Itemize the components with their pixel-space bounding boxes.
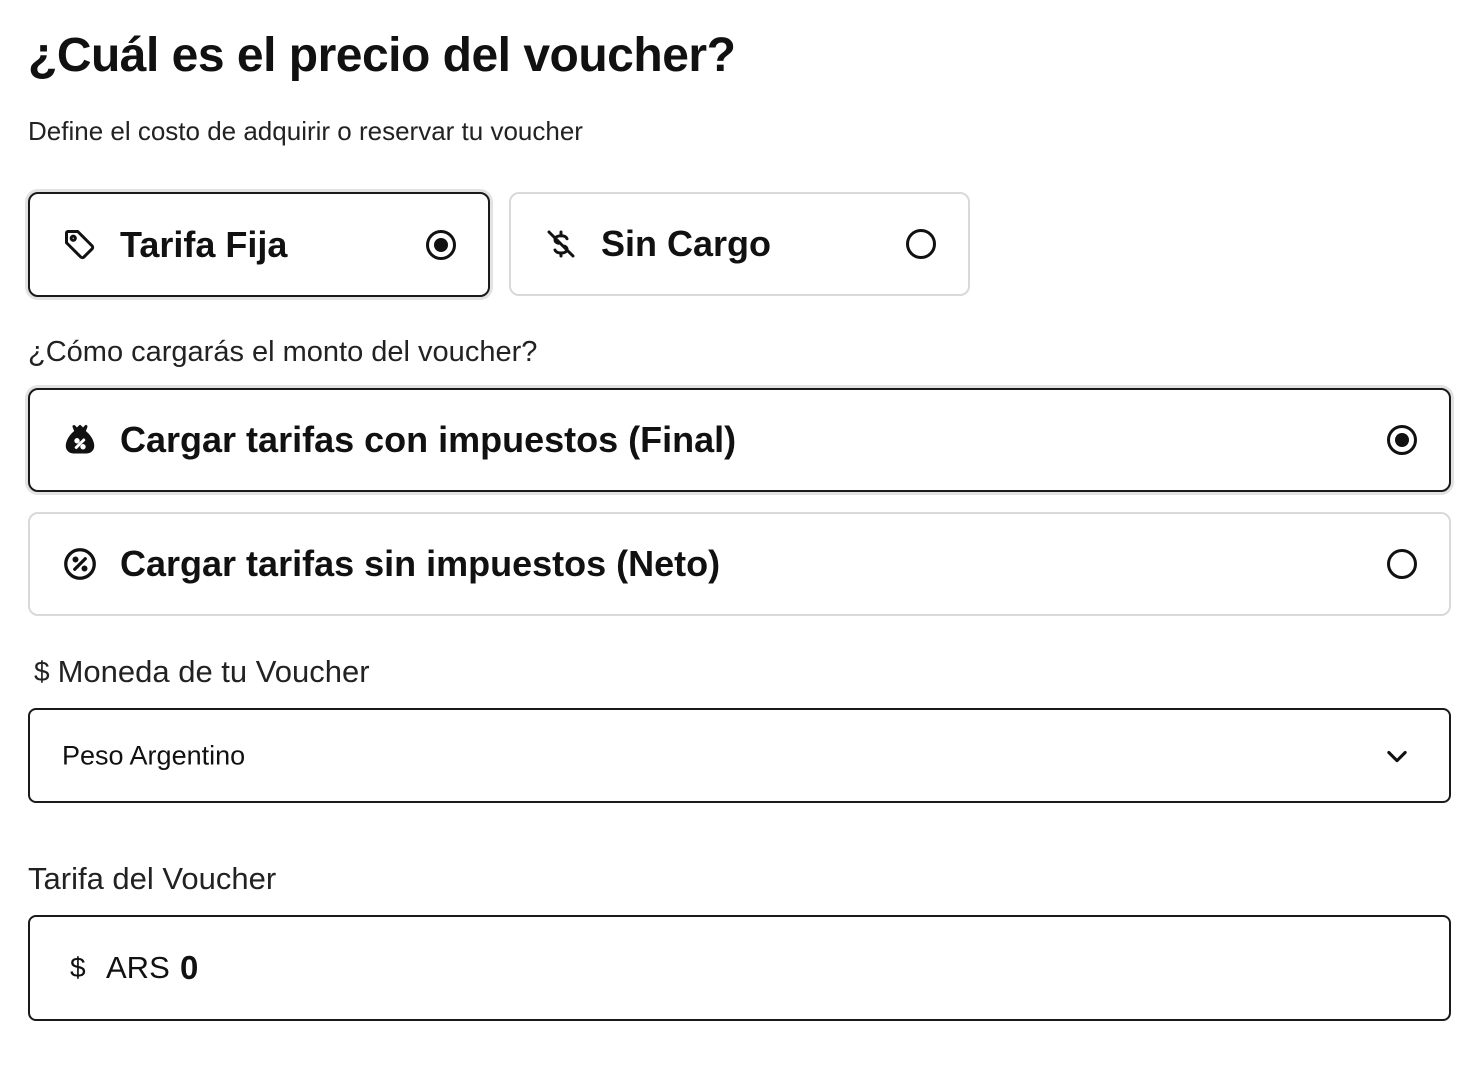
option-sin-impuestos[interactable]: Cargar tarifas sin impuestos (Neto) xyxy=(28,512,1451,616)
radio-unselected[interactable] xyxy=(1387,549,1417,579)
currency-selected-value: Peso Argentino xyxy=(62,740,246,770)
currency-label-text: Moneda de tu Voucher xyxy=(57,654,370,689)
currency-code: ARS xyxy=(106,950,170,985)
option-label: Tarifa Fija xyxy=(120,223,288,265)
option-tarifa-fija[interactable]: Tarifa Fija xyxy=(28,192,490,297)
percent-circle-icon xyxy=(62,546,98,582)
tag-icon xyxy=(62,227,98,263)
radio-selected[interactable] xyxy=(426,229,456,260)
radio-unselected[interactable] xyxy=(906,229,936,259)
dollar-icon: $ xyxy=(34,656,50,687)
price-value[interactable]: 0 xyxy=(180,949,198,987)
tax-mode-question: ¿Cómo cargarás el monto del voucher? xyxy=(28,336,538,368)
option-sin-cargo[interactable]: Sin Cargo xyxy=(509,192,970,296)
page-subtitle: Define el costo de adquirir o reservar t… xyxy=(28,116,583,146)
currency-label: $ Moneda de tu Voucher xyxy=(34,654,370,690)
price-input[interactable]: $ ARS 0 xyxy=(28,915,1451,1021)
option-label: Sin Cargo xyxy=(601,223,772,264)
option-con-impuestos[interactable]: Cargar tarifas con impuestos (Final) xyxy=(28,388,1451,492)
option-label: Cargar tarifas con impuestos (Final) xyxy=(120,419,737,460)
money-bag-percent-icon xyxy=(62,422,98,458)
no-dollar-icon xyxy=(543,226,579,262)
radio-selected[interactable] xyxy=(1387,425,1417,455)
option-label: Cargar tarifas sin impuestos (Neto) xyxy=(120,543,721,584)
price-label: Tarifa del Voucher xyxy=(28,861,277,896)
dollar-icon: $ xyxy=(70,952,86,983)
page-title: ¿Cuál es el precio del voucher? xyxy=(28,29,736,82)
chevron-down-icon xyxy=(1383,742,1411,770)
currency-select[interactable]: Peso Argentino xyxy=(28,708,1451,803)
